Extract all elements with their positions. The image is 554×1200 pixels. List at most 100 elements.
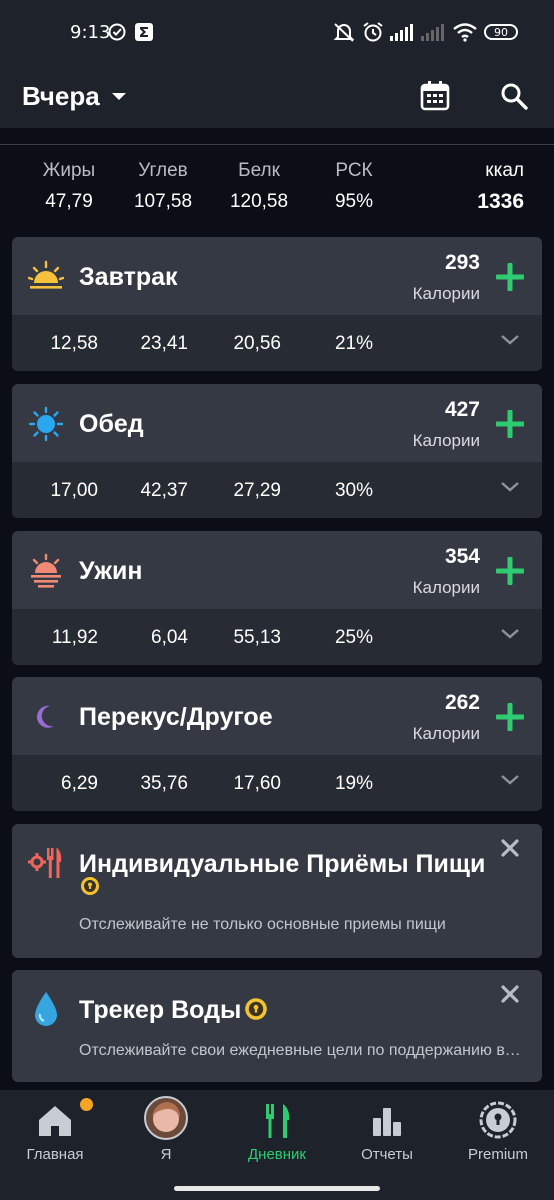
meal-name: Перекус/Другое [79,703,273,731]
nav-item-me[interactable]: Я [111,1090,221,1170]
nav-label: Отчеты [361,1146,413,1163]
meal-card-snack[interactable]: Перекус/Другое 262 Калории 6,29 35,76 17… [12,677,542,811]
status-time: 9:13 [70,22,111,43]
summary-rdi-label: РСК [335,160,373,181]
alarm-icon [363,22,383,42]
macro-protein: 20,56 [233,333,281,354]
nav-label: Я [160,1146,172,1163]
battery-indicator: 90 [484,24,518,40]
search-button[interactable] [492,74,536,118]
meal-calories-label: Калории [412,431,480,450]
macro-fat: 11,92 [51,627,98,648]
water-drop-icon [35,992,57,1026]
summary-protein-value: 120,58 [229,191,289,212]
macro-rdi: 25% [334,627,373,648]
moon-icon [36,705,54,728]
meal-macros-row[interactable]: 6,29 35,76 17,60 19% [12,755,542,811]
close-icon[interactable] [498,982,522,1006]
macro-rdi: 21% [334,333,373,354]
meal-name: Обед [79,410,144,438]
header-divider [0,144,554,145]
macro-fat: 6,29 [61,773,98,794]
macro-fat: 12,58 [50,333,98,354]
nav-item-home[interactable]: Главная [0,1090,110,1170]
add-food-button[interactable] [492,699,528,735]
macro-carbs: 6,04 [151,627,188,648]
home-icon [39,1106,71,1136]
macro-carbs: 42,37 [140,480,188,501]
macro-protein: 17,60 [233,773,281,794]
promo-card-water-tracker[interactable]: Трекер Воды Отслеживайте свои ежедневные… [12,970,542,1082]
summary-rdi-value: 95% [334,191,374,212]
meal-header[interactable]: Перекус/Другое 262 Калории [12,677,542,755]
macro-carbs: 23,41 [140,333,188,354]
nav-label: Premium [467,1146,528,1163]
summary-protein-label: Белк [238,160,280,181]
promo-title: Индивидуальные Приёмы Пищи [79,850,486,878]
close-icon[interactable] [498,836,522,860]
sunrise-icon [28,260,64,289]
macro-rdi: 30% [334,480,373,501]
bar-chart-icon [373,1108,401,1136]
promo-description: Отслеживайте не только основные приемы п… [79,916,446,933]
meal-calories: 354 [444,545,480,568]
nav-item-reports[interactable]: Отчеты [332,1090,442,1170]
promo-title: Трекер Воды [79,996,242,1024]
chevron-down-icon[interactable] [500,773,520,787]
chevron-down-icon[interactable] [500,627,520,641]
meal-macros-row[interactable]: 11,92 6,04 55,13 25% [12,609,542,665]
add-food-button[interactable] [492,406,528,442]
chevron-down-icon[interactable] [500,480,520,494]
status-bar: 9:13 90 [0,0,554,64]
sun-icon [28,406,64,442]
premium-badge-icon [245,998,267,1020]
summary-fat-label: Жиры [42,160,96,181]
macro-rdi: 19% [334,773,373,794]
wifi-icon [453,23,477,42]
daily-summary: Жиры 47,79 Углев 107,58 Белк 120,58 РСК … [0,160,554,220]
calendar-button[interactable] [413,74,457,118]
meal-macros-row[interactable]: 17,00 42,37 27,29 30% [12,462,542,518]
meal-card-dinner[interactable]: Ужин 354 Калории 11,92 6,04 55,13 25% [12,531,542,665]
app-header: Вчера [0,64,554,128]
promo-card-custom-meals[interactable]: Индивидуальные Приёмы Пищи Отслеживайте … [12,824,542,958]
summary-kcal: ккал 1336 [440,160,524,214]
bottom-nav: Главная Я Дневник Отчеты Premium [0,1090,554,1200]
meal-calories-label: Калории [412,578,480,597]
meal-header[interactable]: Ужин 354 Калории [12,531,542,609]
sunset-icon [31,553,61,588]
macro-protein: 55,13 [233,627,281,648]
calendar-icon [420,81,450,111]
summary-carbs: Углев 107,58 [118,160,208,213]
summary-protein: Белк 120,58 [214,160,304,213]
meal-calories: 293 [444,251,480,274]
meal-card-lunch[interactable]: Обед 427 Калории 17,00 42,37 27,29 30% [12,384,542,518]
macro-fat: 17,00 [50,480,98,501]
summary-carbs-label: Углев [138,160,188,181]
mute-notification-icon [333,23,355,42]
summary-fat: Жиры 47,79 [28,160,110,213]
meal-header[interactable]: Завтрак 293 Калории [12,237,542,315]
meal-card-breakfast[interactable]: Завтрак 293 Калории 12,58 23,41 20,56 21… [12,237,542,371]
chevron-down-icon[interactable] [500,333,520,347]
meal-macros-row[interactable]: 12,58 23,41 20,56 21% [12,315,542,371]
date-selector[interactable]: Вчера [22,76,126,116]
search-icon [501,83,528,110]
nav-item-diary[interactable]: Дневник [222,1090,332,1170]
home-indicator [174,1186,380,1191]
meal-header[interactable]: Обед 427 Калории [12,384,542,462]
summary-rdi: РСК 95% [314,160,394,213]
avatar [144,1096,188,1140]
nav-item-premium[interactable]: Premium [443,1090,553,1170]
summary-fat-value: 47,79 [45,191,93,212]
macro-carbs: 35,76 [140,773,188,794]
signal-2-icon [421,24,444,41]
meal-name: Ужин [79,557,143,585]
add-food-button[interactable] [492,259,528,295]
add-food-button[interactable] [492,553,528,589]
nav-label: Дневник [248,1146,306,1163]
notification-dot [80,1098,93,1111]
macro-protein: 27,29 [233,480,281,501]
promo-description: Отслеживайте свои ежедневные цели по под… [79,1042,527,1059]
meal-calories: 262 [444,691,480,714]
